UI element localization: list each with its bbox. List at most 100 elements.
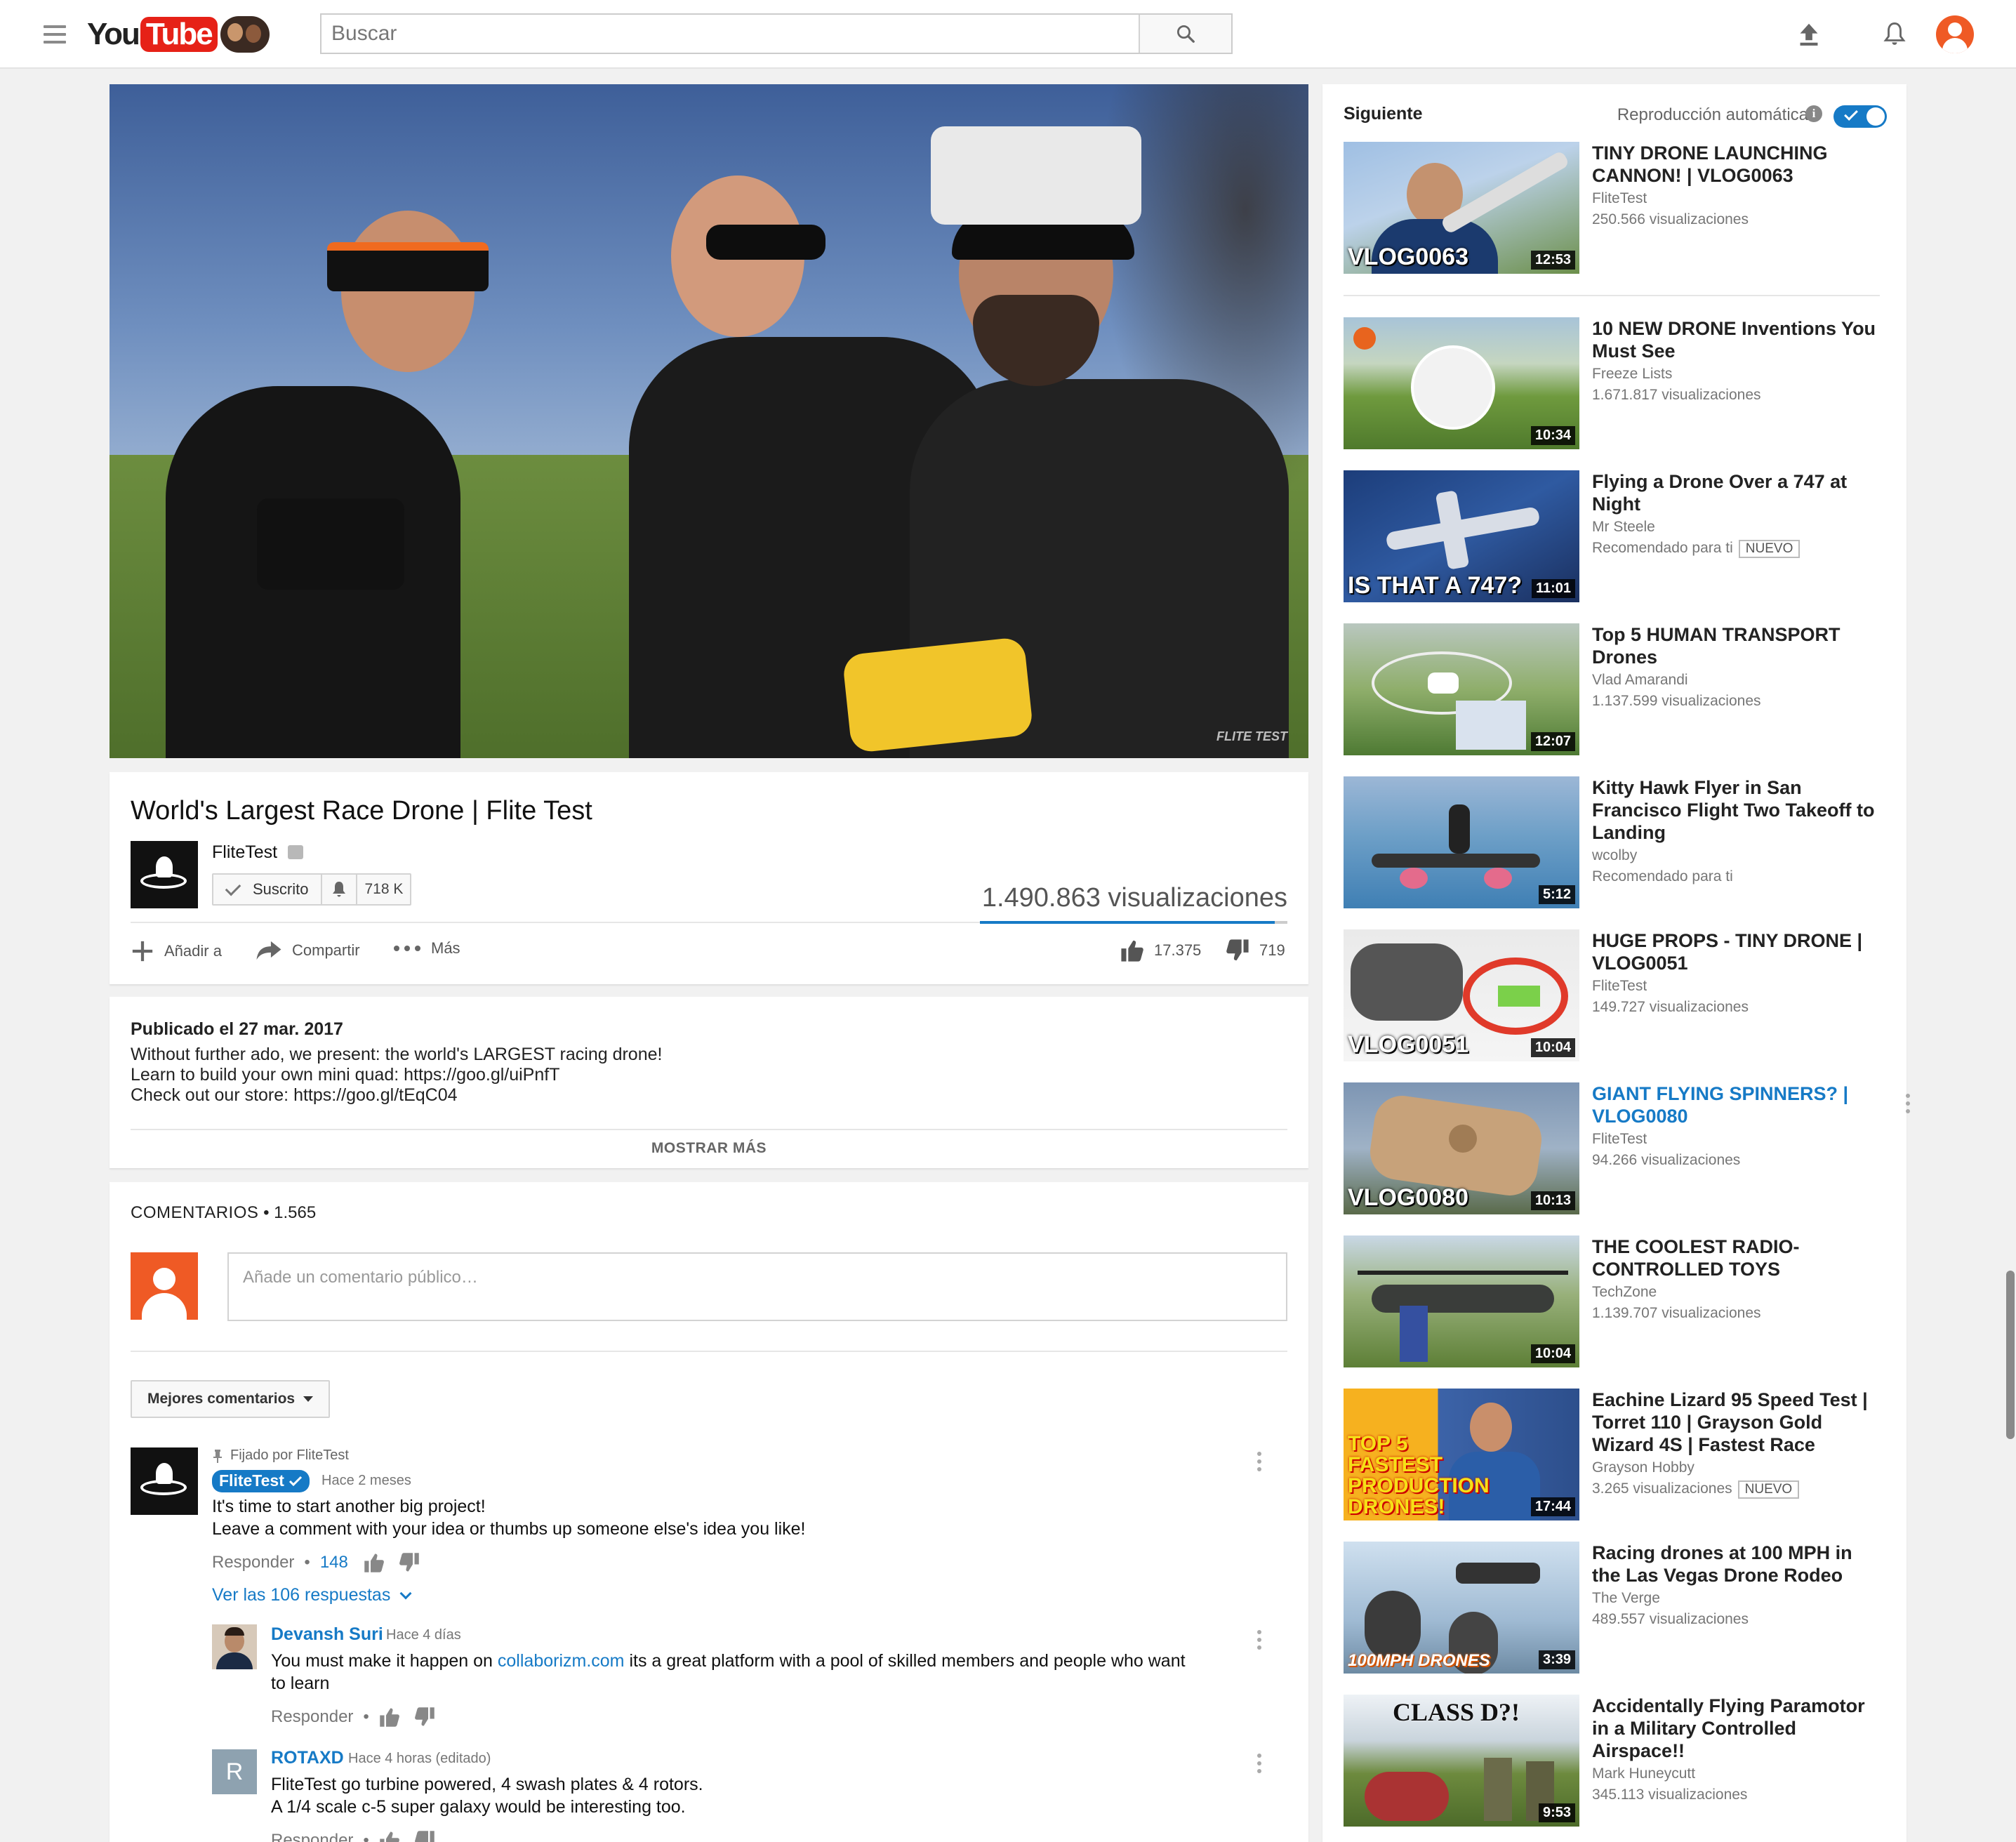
- channel-owner-badge[interactable]: FliteTest: [212, 1470, 310, 1492]
- more-button[interactable]: Más: [393, 939, 460, 958]
- thumbnail-caption: 100MPH DRONES: [1348, 1651, 1490, 1670]
- subscriber-count: 718 K: [364, 881, 404, 897]
- show-more-button[interactable]: MOSTRAR MÁS: [110, 1140, 1308, 1157]
- reply-time: Hace 4 días: [386, 1627, 461, 1643]
- search-input[interactable]: [321, 15, 1139, 53]
- thumbnail-caption: VLOG0063: [1348, 244, 1468, 270]
- recommended-video[interactable]: 100MPH DRONES 3:39 Racing drones at 100 …: [1344, 1542, 1891, 1674]
- reply-text: You must make it happen on collaborizm.c…: [271, 1651, 1186, 1693]
- upload-icon[interactable]: [1791, 17, 1826, 52]
- reply-actions: Responder •: [271, 1707, 449, 1727]
- youtube-logo[interactable]: You Tube: [87, 14, 270, 55]
- video-player[interactable]: FLITE TEST: [110, 84, 1308, 758]
- video-title: 10 NEW DRONE Inventions You Must See: [1592, 318, 1876, 362]
- recommended-video[interactable]: 5:12 Kitty Hawk Flyer in San Francisco F…: [1344, 776, 1891, 908]
- comments-header: COMENTARIOS • 1.565: [131, 1203, 317, 1222]
- channel-name[interactable]: FliteTest: [212, 842, 277, 863]
- video-channel: Vlad Amarandi: [1592, 672, 1688, 688]
- search-button[interactable]: [1139, 15, 1231, 53]
- comment-menu-icon[interactable]: [1252, 1449, 1266, 1474]
- autoplay-toggle[interactable]: [1833, 105, 1887, 128]
- comments-heading: COMENTARIOS: [131, 1203, 259, 1222]
- subscribed-button[interactable]: Suscrito: [213, 875, 323, 904]
- menu-icon[interactable]: [44, 25, 66, 44]
- reply-avatar[interactable]: [212, 1624, 257, 1669]
- video-duration: 10:04: [1530, 1038, 1575, 1057]
- page-scrollbar[interactable]: [2006, 1271, 2015, 1439]
- video-views: 1.671.817 visualizaciones: [1592, 387, 1761, 403]
- video-channel: FliteTest: [1592, 978, 1647, 994]
- recommended-video[interactable]: 10:04 THE COOLEST RADIO-CONTROLLED TOYS …: [1344, 1235, 1891, 1367]
- bell-icon[interactable]: [1877, 17, 1912, 52]
- video-title: Racing drones at 100 MPH in the Las Vega…: [1592, 1542, 1852, 1586]
- divider: [1344, 295, 1880, 296]
- account-icon[interactable]: [1936, 15, 1974, 53]
- logo-you-text: You: [87, 17, 140, 51]
- new-badge: NUEVO: [1738, 540, 1801, 558]
- reply-button[interactable]: Responder: [271, 1831, 353, 1842]
- recommended-video[interactable]: VLOG0080 10:13 GIANT FLYING SPINNERS? | …: [1344, 1082, 1910, 1214]
- video-title: World's Largest Race Drone | Flite Test: [131, 796, 592, 826]
- comment-avatar[interactable]: [131, 1447, 198, 1515]
- share-button[interactable]: Compartir: [256, 939, 360, 962]
- like-ratio-bar: [980, 921, 1287, 924]
- reply-author[interactable]: ROTAXD: [271, 1748, 344, 1768]
- thumbs-up-icon[interactable]: [379, 1831, 400, 1842]
- description-link[interactable]: https://goo.gl/tEqC04: [293, 1085, 457, 1105]
- dislike-count: 719: [1259, 941, 1285, 959]
- recommended-video[interactable]: CLASS D?! 9:53 Accidentally Flying Param…: [1344, 1695, 1891, 1827]
- recommended-video[interactable]: TOP 5 FASTEST PRODUCTION DRONES! 17:44 E…: [1344, 1389, 1891, 1520]
- comment-author: FliteTest: [219, 1471, 284, 1490]
- thumbs-up-icon[interactable]: [364, 1553, 385, 1572]
- video-thumbnail: VLOG0080 10:13: [1344, 1082, 1579, 1214]
- video-views: 489.557 visualizaciones: [1592, 1611, 1749, 1627]
- thumbs-down-icon[interactable]: [414, 1707, 435, 1727]
- video-title: TINY DRONE LAUNCHING CANNON! | VLOG0063: [1592, 143, 1828, 186]
- share-icon: [256, 941, 281, 960]
- video-thumbnail: TOP 5 FASTEST PRODUCTION DRONES! 17:44: [1344, 1389, 1579, 1520]
- thumbs-down-icon[interactable]: [399, 1553, 420, 1572]
- notification-bell-button[interactable]: [322, 875, 358, 904]
- thumbnail-caption: VLOG0051: [1348, 1031, 1468, 1058]
- reply-button[interactable]: Responder: [271, 1707, 353, 1727]
- check-icon: [225, 880, 241, 896]
- video-menu-icon[interactable]: [1901, 1091, 1915, 1116]
- more-label: Más: [431, 939, 460, 957]
- reply-link[interactable]: collaborizm.com: [498, 1651, 625, 1671]
- recommended-video[interactable]: 12:07 Top 5 HUMAN TRANSPORT Drones Vlad …: [1344, 623, 1891, 755]
- pin-icon: [213, 1449, 222, 1463]
- recommended-video[interactable]: VLOG0051 10:04 HUGE PROPS - TINY DRONE |…: [1344, 929, 1891, 1061]
- description-link[interactable]: https://goo.gl/uiPnfT: [404, 1065, 559, 1085]
- sort-comments-dropdown[interactable]: Mejores comentarios: [131, 1380, 331, 1418]
- video-thumbnail: IS THAT A 747? 11:01: [1344, 470, 1579, 602]
- sort-label: Mejores comentarios: [147, 1391, 296, 1407]
- thumbs-up-icon[interactable]: [379, 1707, 400, 1727]
- recommended-video[interactable]: 10:34 10 NEW DRONE Inventions You Must S…: [1344, 317, 1891, 449]
- info-icon[interactable]: i: [1805, 105, 1822, 122]
- reply-menu-icon[interactable]: [1252, 1627, 1266, 1652]
- plus-icon: [132, 941, 153, 962]
- recommended-video[interactable]: VLOG0063 12:53 TINY DRONE LAUNCHING CANN…: [1344, 142, 1891, 274]
- add-to-button[interactable]: Añadir a: [131, 939, 222, 963]
- comment-input[interactable]: [227, 1252, 1287, 1321]
- channel-avatar[interactable]: [131, 841, 198, 908]
- video-channel: Mr Steele: [1592, 519, 1655, 535]
- subscribed-label: Suscrito: [253, 880, 309, 898]
- view-replies-button[interactable]: Ver las 106 respuestas: [212, 1585, 412, 1605]
- like-count: 17.375: [1154, 941, 1202, 959]
- reply-author[interactable]: Devansh Suri: [271, 1624, 383, 1645]
- dislike-button[interactable]: 719: [1226, 939, 1285, 962]
- reply-avatar[interactable]: R: [212, 1749, 257, 1794]
- video-channel: FliteTest: [1592, 190, 1647, 206]
- thumbs-down-icon[interactable]: [414, 1831, 435, 1842]
- recommended-video[interactable]: IS THAT A 747? 11:01 Flying a Drone Over…: [1344, 470, 1891, 602]
- bell-icon: [333, 882, 346, 897]
- comment-time: Hace 2 meses: [321, 1473, 411, 1488]
- logo-tube-text: Tube: [140, 17, 218, 52]
- divider: [131, 1351, 1287, 1352]
- like-button[interactable]: 17.375: [1120, 939, 1201, 962]
- thumbnail-caption: VLOG0080: [1348, 1184, 1468, 1211]
- reply-button[interactable]: Responder: [212, 1553, 294, 1572]
- reply-menu-icon[interactable]: [1252, 1751, 1266, 1776]
- pinned-by-label: Fijado por FliteTest: [230, 1447, 349, 1463]
